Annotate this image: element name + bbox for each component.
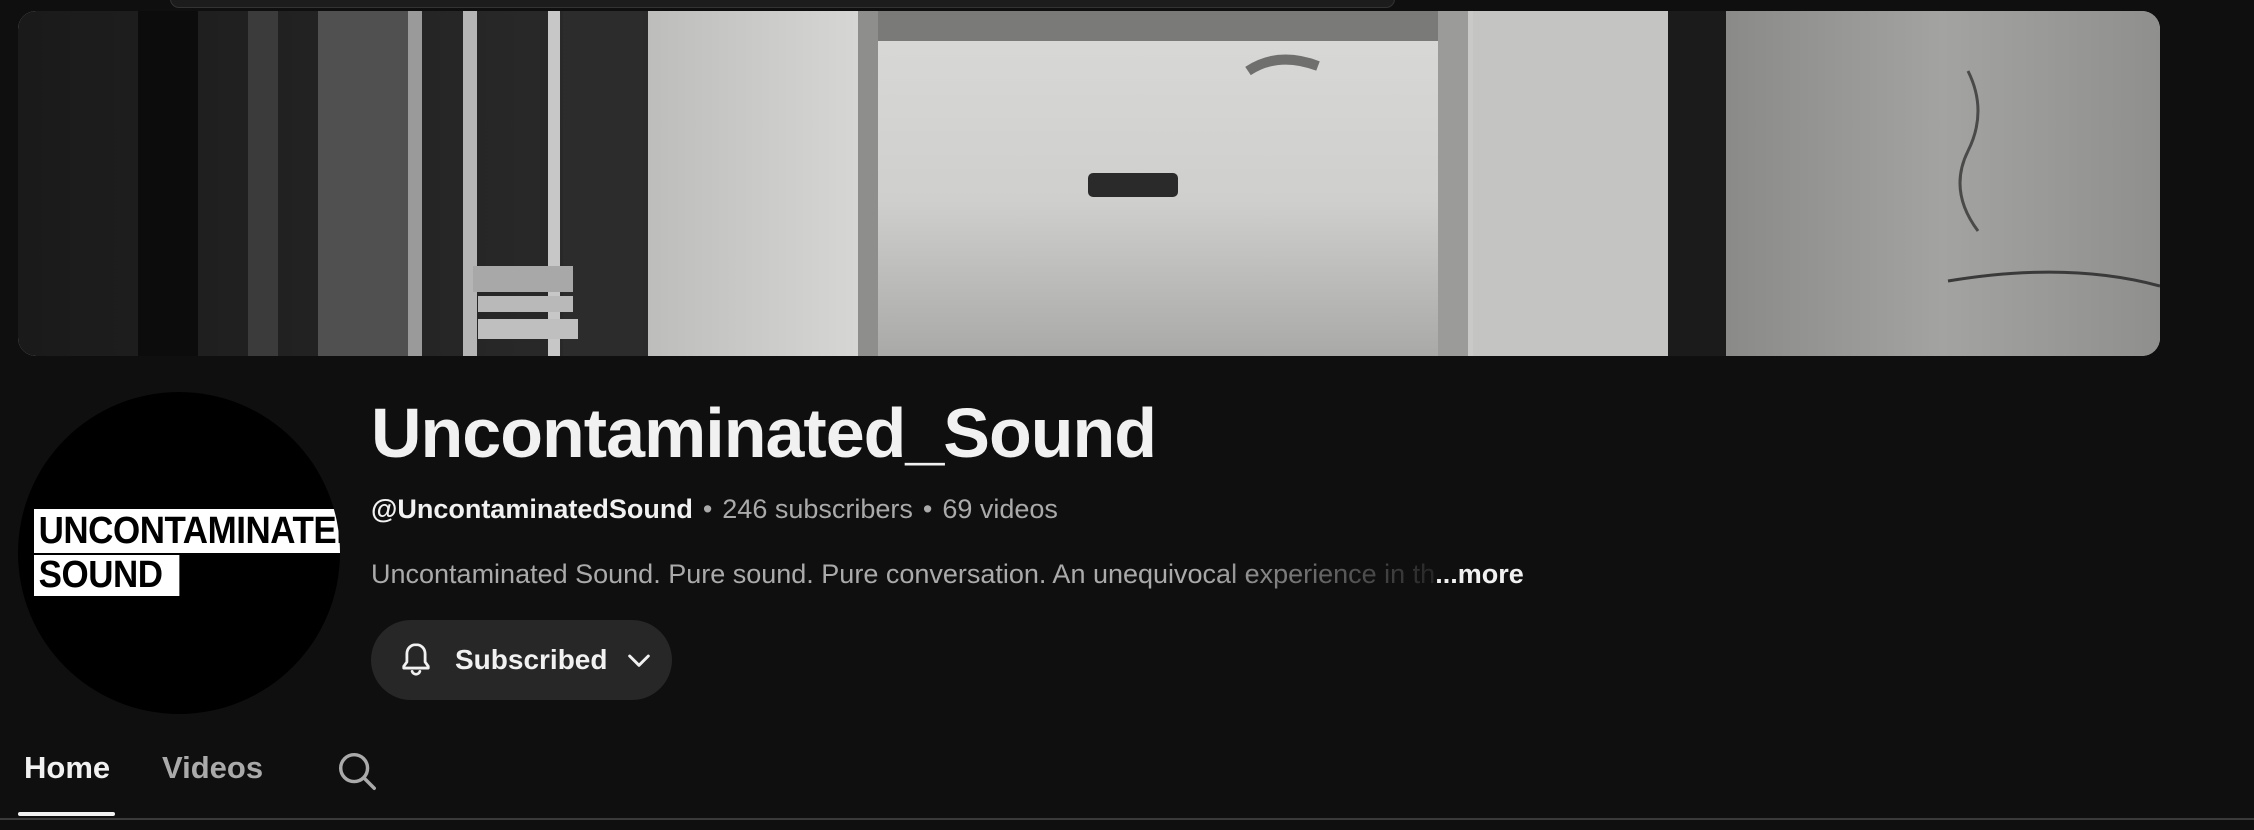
subscriber-count: 246 subscribers bbox=[722, 494, 913, 524]
tab-videos[interactable]: Videos bbox=[162, 750, 263, 786]
active-tab-indicator bbox=[18, 812, 115, 816]
logo-text-line1: UNCONTAMINATED bbox=[34, 509, 340, 553]
separator-dot: • bbox=[922, 494, 933, 524]
search-icon[interactable] bbox=[334, 748, 380, 794]
chevron-down-icon bbox=[628, 654, 651, 667]
subscribed-button[interactable]: Subscribed bbox=[371, 620, 672, 700]
channel-title: Uncontaminated_Sound bbox=[371, 394, 1157, 472]
tabs-divider bbox=[0, 818, 2254, 820]
description-text: Uncontaminated Sound. Pure sound. Pure c… bbox=[371, 559, 1436, 589]
channel-handle: @UncontaminatedSound bbox=[371, 494, 693, 524]
video-count: 69 videos bbox=[942, 494, 1058, 524]
channel-banner bbox=[18, 11, 2160, 356]
tab-home[interactable]: Home bbox=[24, 750, 110, 786]
subscribed-label: Subscribed bbox=[455, 644, 608, 675]
banner-image bbox=[18, 11, 2160, 356]
channel-meta: @UncontaminatedSound • 246 subscribers • 69 … bbox=[371, 494, 1058, 525]
channel-avatar[interactable]: UNCONTAMINATED SOUND bbox=[18, 392, 340, 714]
channel-description[interactable]: Uncontaminated Sound. Pure sound. Pure c… bbox=[371, 559, 1524, 590]
bell-icon bbox=[402, 643, 430, 676]
search-bar-edge[interactable] bbox=[170, 0, 1395, 8]
channel-tabs: Home Videos bbox=[0, 740, 2254, 820]
more-link[interactable]: ...more bbox=[1435, 559, 1524, 589]
separator-dot: • bbox=[702, 494, 713, 524]
logo-text-line2: SOUND bbox=[34, 555, 180, 596]
